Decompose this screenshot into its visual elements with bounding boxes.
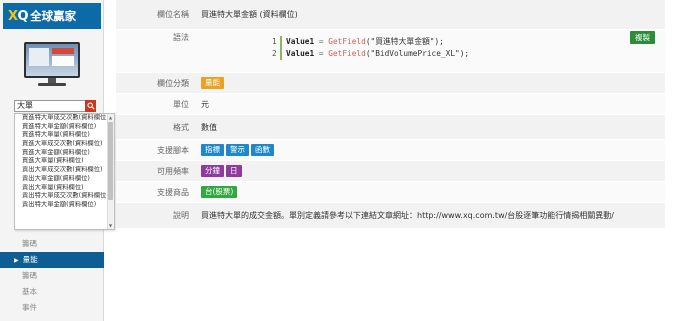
unit-value: 元 <box>201 99 209 109</box>
sidebar-item[interactable]: 籌碼 <box>0 268 104 284</box>
format-label: 格式 <box>173 122 189 132</box>
row-field-name: 欄位名稱 買進特大單金額 (資料欄位) <box>116 0 665 30</box>
sidebar-item-active[interactable]: ▶ 量能 <box>0 252 104 268</box>
search-icon <box>86 102 95 110</box>
field-name-value: 買進特大單金額 (資料欄位) <box>201 10 298 19</box>
row-frequency: 可用頻率 分鐘日 <box>116 161 665 182</box>
sidebar-item[interactable]: 基本 <box>0 284 104 300</box>
autocomplete-dropdown: 買進特大單成交次數(資料欄位) 買進特大單金額(資料欄位) 買進特大單量(資料欄… <box>14 113 115 230</box>
row-category: 欄位分類 量能 <box>116 73 665 94</box>
row-syntax: 語法 1 Value1 = GetField("買進特大單金額"); 2 Value… <box>116 30 665 73</box>
code-block: 1 Value1 = GetField("買進特大單金額"); 2 Value1 =… <box>272 36 470 60</box>
field-name-label: 欄位名稱 <box>157 10 189 19</box>
row-format: 格式 數值 <box>116 115 665 140</box>
syntax-label: 語法 <box>173 33 189 42</box>
category-tag[interactable]: 量能 <box>201 77 224 89</box>
freq-tag[interactable]: 日 <box>226 165 242 177</box>
xq-logo[interactable]: XQ 全球贏家 <box>3 3 101 29</box>
dropdown-item[interactable]: 賣出大單量(資料欄位) <box>15 184 114 193</box>
dropdown-item[interactable]: 賣出特大單成交次數(資料欄位) <box>15 192 114 201</box>
script-tag[interactable]: 函數 <box>251 144 274 156</box>
syntax-value: 1 Value1 = GetField("買進特大單金額"); 2 Value1 =… <box>195 30 665 72</box>
dropdown-item[interactable]: 買進特大單量(資料欄位) <box>15 131 114 140</box>
logo-text: 全球贏家 <box>30 9 77 23</box>
dropdown-item[interactable]: 賣出大單成交次數(資料欄位) <box>15 166 114 175</box>
logo-mark: XQ <box>8 8 29 24</box>
freq-value: 分鐘日 <box>195 165 665 177</box>
caret-right-icon: ▶ <box>14 257 19 264</box>
search-input[interactable]: 大單 <box>14 100 86 112</box>
search-button[interactable] <box>85 100 96 112</box>
dropdown-item[interactable]: 買進特大單成交次數(資料欄位) <box>15 114 114 123</box>
freq-tag[interactable]: 分鐘 <box>201 165 224 177</box>
desc-label: 說明 <box>173 211 189 220</box>
row-product: 支援商品 台(股票) <box>116 182 665 203</box>
dropdown-item[interactable]: 買進特大單金額(資料欄位) <box>15 123 114 132</box>
script-label: 支援腳本 <box>157 145 189 155</box>
script-tag[interactable]: 指標 <box>201 144 224 156</box>
row-script: 支援腳本 指標 警示 函數 <box>116 140 665 161</box>
product-value: 台(股票) <box>195 186 665 198</box>
dropdown-item[interactable]: 賣出大單金額(資料欄位) <box>15 175 114 184</box>
unit-label: 單位 <box>173 99 189 109</box>
code-line: 2 Value1 = GetField("BidVolumePrice_XL"); <box>272 49 470 58</box>
format-value: 數值 <box>201 122 217 132</box>
sidebar-item[interactable]: 籌碼 <box>0 236 104 252</box>
row-description: 說明 買進特大單的成交金額。單別定義請參考以下連結文章網址：http://www… <box>116 203 665 229</box>
dropdown-scrollbar[interactable]: ▲ ▼ <box>107 114 114 229</box>
category-label: 欄位分類 <box>157 78 189 88</box>
freq-label: 可用頻率 <box>157 166 189 176</box>
row-unit: 單位 元 <box>116 94 665 115</box>
dropdown-item[interactable]: 賣出特大單金額(資料欄位) <box>15 201 114 210</box>
scroll-up-icon[interactable]: ▲ <box>108 115 113 120</box>
category-value: 量能 <box>195 77 665 89</box>
product-image <box>20 42 84 87</box>
scroll-thumb[interactable] <box>108 122 113 200</box>
product-tag[interactable]: 台(股票) <box>201 186 238 198</box>
copy-button[interactable]: 複製 <box>630 31 655 44</box>
field-detail-table: 欄位名稱 買進特大單金額 (資料欄位) 語法 1 Value1 = GetFiel… <box>116 0 665 229</box>
dropdown-item[interactable]: 買進大單金額(資料欄位) <box>15 149 114 158</box>
code-line: 1 Value1 = GetField("買進特大單金額"); <box>272 37 444 46</box>
script-tag[interactable]: 警示 <box>226 144 249 156</box>
sidebar-nav: 籌碼 ▶ 量能 籌碼 基本 事件 <box>0 236 104 316</box>
script-value: 指標 警示 函數 <box>195 144 665 156</box>
dropdown-item[interactable]: 買進大單量(資料欄位) <box>15 157 114 166</box>
sidebar-item[interactable]: 事件 <box>0 300 104 316</box>
product-label: 支援商品 <box>157 187 189 197</box>
dropdown-item[interactable]: 買進大單成交次數(資料欄位) <box>15 140 114 149</box>
desc-value: 買進特大單的成交金額。單別定義請參考以下連結文章網址：http://www.xq… <box>201 211 614 220</box>
scroll-down-icon[interactable]: ▼ <box>108 223 113 228</box>
